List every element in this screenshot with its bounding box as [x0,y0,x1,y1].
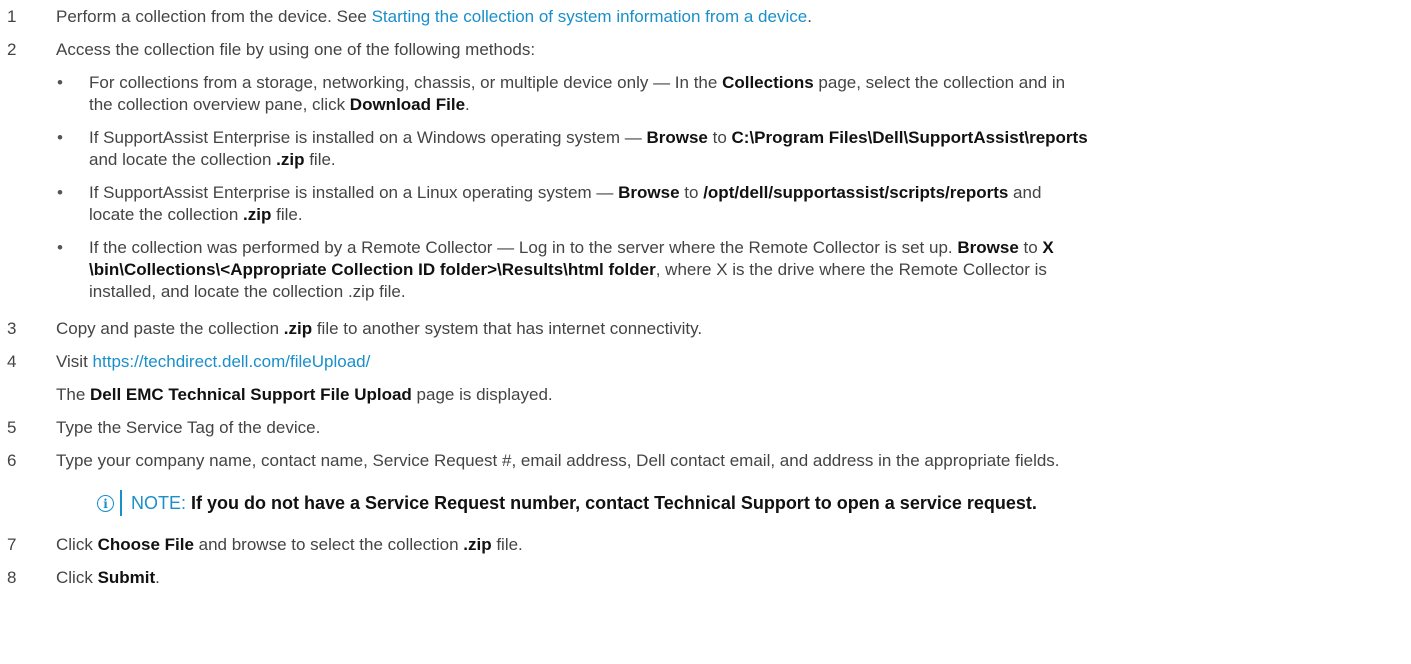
step-text: . [155,568,160,587]
bold-text: Browse [646,128,708,147]
step-text: Copy and paste the collection [56,319,284,338]
bold-text: Submit [97,568,156,587]
step-text: Type the Service Tag of the device. [56,418,321,437]
bullet-text: page, select the collection and in [813,73,1066,92]
bullet-text: If SupportAssist Enterprise is installed… [89,128,647,147]
step-text: The [56,385,91,404]
bold-text: .zip [463,535,492,554]
bold-text: Dell EMC Technical Support File Upload [90,385,412,404]
bullet-text: . [465,95,470,114]
techdirect-upload-link[interactable]: https://techdirect.dell.com/fileUpload/ [93,352,371,371]
bullet-text: file. [304,150,336,169]
step-text: Perform a collection from the device. Se… [56,7,372,26]
bullet-text: the collection overview pane, click [89,95,350,114]
step-text: . [807,7,812,26]
step-text: file to another system that has internet… [312,319,703,338]
step-number: 8 [7,568,17,587]
bold-text: C:\Program Files\Dell\SupportAssist\repo… [731,128,1088,147]
bold-text: Choose File [97,535,194,554]
step-number: 4 [7,352,17,371]
bullet-text: installed, and locate the collection .zi… [89,282,406,301]
bullet-text: For collections from a storage, networki… [89,73,723,92]
bullet-text: , where X is the drive where the Remote … [655,260,1047,279]
step-text: Access the collection file by using one … [56,40,536,59]
step-text: Type your company name, contact name, Se… [56,451,1060,470]
bullet-text: and locate the collection [89,150,277,169]
info-circle-icon: i [97,494,114,512]
bullet-text: If SupportAssist Enterprise is installed… [89,183,619,202]
step-number: 7 [7,535,17,554]
bullet-text: to [679,183,704,202]
bullet-text: If the collection was performed by a Rem… [89,238,958,257]
step-text: page is displayed. [411,385,553,404]
bold-text: Browse [618,183,680,202]
bullet-icon: • [57,128,63,147]
step-text: file. [491,535,523,554]
starting-collection-link[interactable]: Starting the collection of system inform… [372,7,808,26]
bullet-icon: • [57,73,63,92]
step-number: 5 [7,418,17,437]
step-number: 2 [7,40,17,59]
note-text: If you do not have a Service Request num… [186,493,1037,513]
bullet-text: to [707,128,732,147]
bold-text: X [1042,238,1054,257]
note-divider [120,490,122,516]
bullet-icon: • [57,183,63,202]
step-number: 3 [7,319,17,338]
step-text: Click [56,568,98,587]
bold-text: /opt/dell/supportassist/scripts/reports [703,183,1009,202]
bullet-text: file. [271,205,303,224]
note-callout: i NOTE: If you do not have a Service Req… [97,490,1037,516]
step-number: 1 [7,7,17,26]
bullet-text: to [1018,238,1043,257]
bullet-icon: • [57,238,63,257]
bold-text: Browse [957,238,1019,257]
document-page: 1 Perform a collection from the device. … [0,0,1411,664]
bold-text: .zip [283,319,313,338]
bullet-text: and [1008,183,1042,202]
bullet-text: locate the collection [89,205,244,224]
step-number: 6 [7,451,17,470]
note-label: NOTE: [131,493,187,513]
step-text: Click [56,535,98,554]
bold-text: Collections [722,73,814,92]
bold-text: .zip [276,150,305,169]
bold-text: .zip [243,205,272,224]
step-text: Visit [56,352,93,371]
step-text: and browse to select the collection [193,535,464,554]
bold-text: \bin\Collections\<Appropriate Collection… [89,260,656,279]
bold-text: Download File [349,95,466,114]
